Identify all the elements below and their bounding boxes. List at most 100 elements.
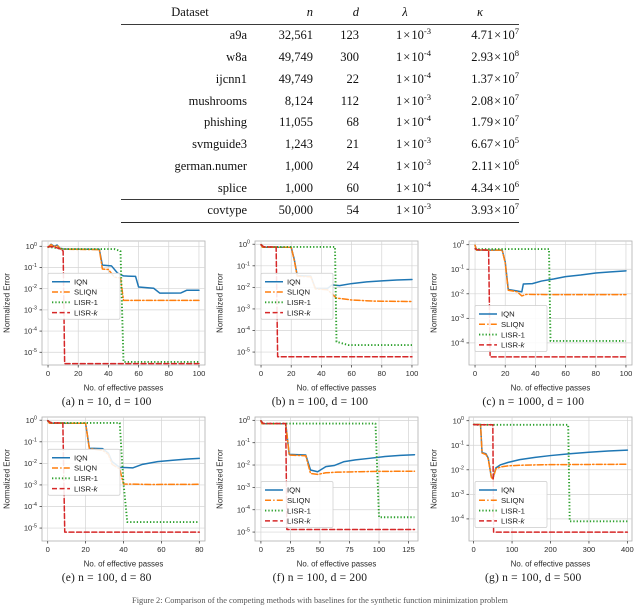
- cell-d: 60: [346, 180, 360, 195]
- y-tick-label: 10-1: [451, 441, 464, 450]
- y-tick-label: 10-3: [24, 480, 37, 489]
- table-row: ijcnn1 49,749 22 1×10-4 1.37×107: [121, 68, 519, 90]
- y-axis-label: Normalized Error: [3, 273, 12, 333]
- y-axis-label: Normalized Error: [216, 273, 225, 333]
- chart-svg-a: 0 20 40 60 80 100 100 10-1 10-2 10-3 10-4 10-5 No. o…: [3, 240, 206, 393]
- legend-label-sliqn: SLIQN: [74, 464, 97, 473]
- y-tick-label: 10-5: [237, 528, 250, 537]
- cell-kappa: 1.79×107: [471, 113, 519, 130]
- cell-d: 24: [346, 158, 360, 173]
- table-row: phishing 11,055 68 1×10-4 1.79×107: [121, 112, 519, 134]
- cell-kappa: 6.67×105: [471, 134, 519, 152]
- cell-d: 54: [346, 203, 360, 218]
- cell-kappa: 4.71×107: [471, 26, 519, 43]
- y-tick-label: 100: [452, 240, 463, 249]
- dataset-table-container: Dataset n d λ κ a9a 32,561 123 1×10-3 4.…: [0, 0, 640, 223]
- x-tick-label: 80: [591, 369, 599, 378]
- y-axis-label: Normalized Error: [429, 273, 438, 333]
- dataset-table: Dataset n d λ κ a9a 32,561 123 1×10-3 4.…: [121, 2, 519, 223]
- legend-label-lisr-1: LISR-1: [74, 298, 98, 307]
- x-tick-label: 40: [531, 369, 539, 378]
- x-axis-label: No. of effective passes: [297, 384, 377, 393]
- x-tick-label: 60: [135, 369, 143, 378]
- legend-label-lisr-k: LISR-k: [74, 308, 99, 317]
- x-tick-label: 20: [82, 545, 90, 554]
- x-tick-label: 20: [74, 369, 82, 378]
- cell-n: 1,000: [284, 180, 313, 195]
- x-axis-label: No. of effective passes: [84, 560, 164, 569]
- legend: IQN SLIQNLISR-1LISR-k: [47, 272, 121, 320]
- y-tick-label: 10-2: [237, 283, 250, 292]
- legend: IQNSLIQNLISR-1LISR-k: [261, 481, 334, 528]
- y-tick-label: 10-5: [24, 524, 37, 533]
- legend-label-iqn: IQN: [501, 310, 515, 319]
- x-tick-label: 75: [346, 545, 354, 554]
- x-tick-label: 80: [165, 369, 173, 378]
- legend-label-lisr-1: LISR-1: [501, 330, 525, 339]
- y-tick-label: 10-1: [24, 437, 37, 446]
- legend: IQNSLIQNLISR-1LISR-k: [261, 272, 334, 320]
- x-tick-label: 400: [621, 545, 634, 554]
- y-tick-label: 10-5: [24, 348, 37, 357]
- subplot-caption-g: (g) n = 100, d = 500: [484, 572, 582, 584]
- y-tick-label: 10-4: [24, 502, 37, 511]
- cell-lambda: 1×10-4: [396, 178, 431, 195]
- table-row: german.numer 1,000 24 1×10-3 2.11×106: [121, 155, 519, 177]
- x-tick-label: 0: [259, 545, 263, 554]
- legend-label-lisr-k: LISR-k: [74, 484, 99, 493]
- x-tick-label: 50: [316, 545, 324, 554]
- subplot-caption-a: (a) n = 10, d = 100: [61, 396, 152, 408]
- cell-lambda: 1×10-3: [396, 156, 431, 173]
- x-tick-label: 100: [406, 369, 419, 378]
- x-tick-label: 0: [46, 545, 50, 554]
- cell-lambda: 1×10-4: [396, 113, 431, 130]
- legend-label-iqn: IQN: [74, 277, 88, 286]
- x-tick-label: 0: [471, 545, 475, 554]
- x-tick-label: 40: [119, 545, 127, 554]
- x-tick-label: 40: [318, 369, 326, 378]
- cell-dataset: german.numer: [174, 158, 247, 173]
- cell-dataset: w8a: [226, 49, 247, 64]
- chart-canvas-a: 0 20 40 60 80 100 100 10-1 10-2 10-3 10-4 10-5 No. o…: [0, 232, 213, 395]
- legend-label-lisr-1: LISR-1: [287, 506, 311, 515]
- x-tick-label: 60: [561, 369, 569, 378]
- legend: IQNSLIQNLISR-1LISR-k: [47, 448, 121, 496]
- table-row: mushrooms 8,124 112 1×10-3 2.08×107: [121, 90, 519, 112]
- x-tick-label: 100: [373, 545, 386, 554]
- legend-label-sliqn: SLIQN: [74, 288, 97, 297]
- y-tick-label: 10-1: [451, 265, 464, 274]
- y-tick-label: 10-4: [24, 327, 37, 336]
- y-tick-label: 100: [452, 416, 463, 425]
- header-dataset: Dataset: [171, 5, 209, 20]
- y-tick-label: 100: [26, 242, 37, 251]
- cell-kappa: 3.93×107: [471, 201, 519, 218]
- subplot-caption-c: (c) n = 1000, d = 100: [482, 396, 585, 408]
- subplot-f: 0 25 50 75 100 125 100 10-1 10-2 10-3 10-4 10-5 No. …: [213, 408, 426, 584]
- cell-lambda: 1×10-3: [396, 91, 431, 108]
- x-axis-label: No. of effective passes: [510, 384, 590, 393]
- legend-label-lisr-k: LISR-k: [287, 308, 312, 317]
- chart-canvas-c: 0 20 40 60 80 100 100 10-1 10-2 10-3 10-4 No. of ef…: [427, 232, 640, 395]
- plot-row-top: 0 20 40 60 80 100 100 10-1 10-2 10-3 10-4 10-5 No. o…: [0, 232, 640, 408]
- x-tick-label: 0: [46, 369, 50, 378]
- x-tick-label: 60: [157, 545, 165, 554]
- legend-label-iqn: IQN: [287, 486, 301, 495]
- cell-n: 1,243: [284, 137, 313, 152]
- cell-dataset: splice: [217, 180, 247, 195]
- legend: IQNSLIQNLISR-1LISR-k: [474, 481, 548, 528]
- y-tick-label: 100: [26, 416, 37, 425]
- cell-dataset: phishing: [203, 115, 247, 130]
- subplot-g: 0 100 200 300 400 100 10-1 10-2 10-3 10-4 No. of e…: [427, 408, 640, 584]
- legend-label-lisr-k: LISR-k: [501, 517, 526, 526]
- x-tick-label: 0: [473, 369, 477, 378]
- cell-kappa: 2.08×107: [471, 91, 519, 108]
- y-tick-label: 10-2: [24, 284, 37, 293]
- y-tick-label: 10-4: [451, 514, 464, 523]
- table-header-row: Dataset n d λ κ: [121, 2, 519, 24]
- chart-canvas-g: 0 100 200 300 400 100 10-1 10-2 10-3 10-4 No. of e…: [427, 408, 640, 571]
- cell-n: 1,000: [284, 158, 313, 173]
- x-tick-label: 60: [348, 369, 356, 378]
- legend-label-sliqn: SLIQN: [287, 288, 310, 297]
- cell-d: 123: [340, 28, 359, 43]
- cell-d: 21: [346, 137, 360, 152]
